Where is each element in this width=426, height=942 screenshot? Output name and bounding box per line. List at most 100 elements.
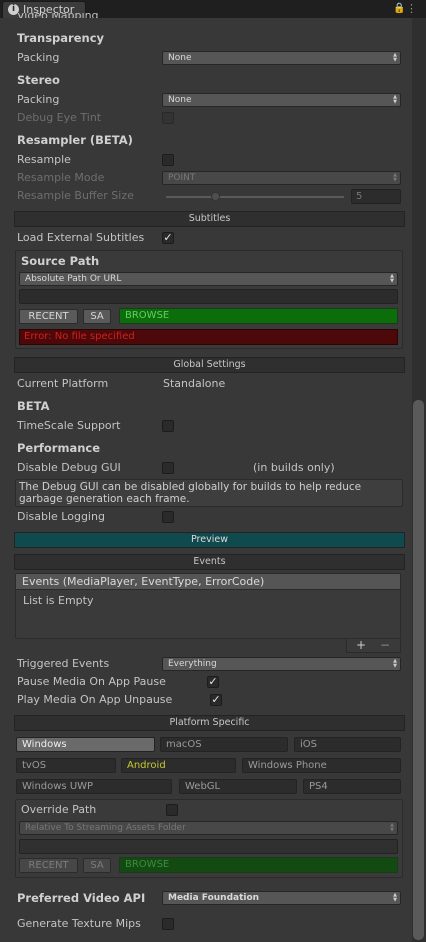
stereo-header: Stereo	[17, 73, 60, 87]
events-list-header-text: Events (MediaPlayer, EventType, ErrorCod…	[22, 575, 265, 588]
platform-browse-button[interactable]: BROWSE	[119, 857, 398, 873]
section-title: Events	[193, 556, 226, 567]
buffer-size-field[interactable]: 5	[351, 189, 401, 204]
disable-logging-checkbox[interactable]	[162, 511, 174, 523]
override-path-checkbox[interactable]	[166, 804, 178, 816]
platform-tab-windows-uwp[interactable]: Windows UWP	[16, 779, 172, 794]
platform-tab-windows[interactable]: Windows	[16, 737, 155, 752]
platform-tab-label: macOS	[166, 739, 202, 750]
events-list-header: Events (MediaPlayer, EventType, ErrorCod…	[16, 574, 400, 590]
stereo-packing-dropdown[interactable]: None ▲ ▼	[162, 93, 401, 107]
transparency-packing-label: Packing	[17, 51, 60, 64]
pause-media-checkbox[interactable]: ✓	[207, 676, 219, 688]
buffer-size-value: 5	[356, 191, 363, 202]
platform-path-input[interactable]	[19, 839, 398, 854]
section-title: Subtitles	[188, 213, 231, 224]
error-text: Error: No file specified	[24, 331, 135, 342]
platform-path-mode-dropdown[interactable]: Relative To Streaming Assets Folder ▲ ▼	[19, 821, 398, 835]
platform-tab-label: PS4	[309, 781, 328, 792]
debug-gui-info-box: The Debug GUI can be disabled globally f…	[15, 479, 403, 507]
menu-icon[interactable]: ⋮	[406, 2, 417, 15]
platform-tab-label: WebGL	[185, 781, 221, 792]
preferred-video-api-dropdown[interactable]: Media Foundation ▲ ▼	[162, 891, 401, 905]
resample-label: Resample	[17, 153, 71, 166]
resample-buffer-label: Resample Buffer Size	[17, 189, 134, 202]
platform-tab-label: Windows Phone	[248, 760, 327, 771]
disable-logging-label: Disable Logging	[17, 510, 105, 523]
button-label: BROWSE	[125, 859, 170, 870]
dropdown-value: None	[168, 95, 192, 105]
platform-tab-ps4[interactable]: PS4	[303, 779, 401, 794]
platform-tab-tvos[interactable]: tvOS	[16, 758, 116, 773]
pause-media-label: Pause Media On App Pause	[17, 675, 166, 688]
platform-tab-webgl[interactable]: WebGL	[179, 779, 297, 794]
timescale-support-checkbox[interactable]	[162, 420, 174, 432]
disable-debug-gui-label: Disable Debug GUI	[17, 461, 121, 474]
button-label: RECENT	[28, 311, 69, 322]
subtitle-path-mode-dropdown[interactable]: Absolute Path Or URL ▲ ▼	[19, 272, 398, 286]
dropdown-value: Media Foundation	[168, 893, 260, 903]
dropdown-arrow-icon: ▲ ▼	[390, 822, 394, 833]
beta-header: BETA	[17, 399, 50, 413]
generate-texture-mips-label: Generate Texture Mips	[17, 917, 141, 930]
section-title: Preview	[191, 534, 228, 545]
debug-eye-tint-checkbox[interactable]	[162, 112, 174, 124]
remove-icon[interactable]: −	[380, 638, 390, 652]
button-label: BROWSE	[125, 310, 170, 321]
load-external-subtitles-checkbox[interactable]: ✓	[162, 232, 174, 244]
recent-button[interactable]: RECENT	[19, 309, 78, 324]
lock-icon[interactable]: 🔒	[393, 3, 405, 14]
triggered-events-dropdown[interactable]: Everything ▲ ▼	[162, 657, 401, 671]
transparency-packing-dropdown[interactable]: None ▲ ▼	[162, 51, 401, 65]
dropdown-value: None	[168, 53, 192, 63]
platform-tab-android[interactable]: Android	[121, 758, 236, 773]
timescale-support-label: TimeScale Support	[17, 419, 121, 432]
dropdown-arrow-icon: ▲ ▼	[393, 892, 397, 903]
global-settings-section-bar[interactable]: Global Settings	[14, 357, 405, 373]
preview-section-bar[interactable]: Preview	[14, 532, 405, 548]
section-title: Global Settings	[173, 359, 246, 370]
builds-only-note: (in builds only)	[253, 461, 335, 474]
resample-checkbox[interactable]	[162, 154, 174, 166]
platform-tab-ios[interactable]: iOS	[294, 737, 401, 752]
platform-sa-button[interactable]: SA	[83, 858, 111, 873]
dropdown-value: Absolute Path Or URL	[25, 274, 122, 284]
browse-button[interactable]: BROWSE	[119, 308, 398, 324]
platform-tab-label: Windows UWP	[22, 781, 94, 792]
dropdown-value: Everything	[168, 659, 217, 669]
subtitles-section-bar[interactable]: Subtitles	[14, 211, 405, 227]
generate-texture-mips-checkbox[interactable]	[162, 918, 174, 930]
platform-tab-label: tvOS	[22, 760, 47, 771]
platform-tab-macos[interactable]: macOS	[160, 737, 288, 752]
button-label: RECENT	[28, 860, 69, 871]
platform-tab-label: iOS	[300, 739, 317, 750]
resampler-header: Resampler (BETA)	[17, 133, 133, 147]
dropdown-arrow-icon: ▲ ▼	[393, 52, 397, 63]
stereo-packing-label: Packing	[17, 93, 60, 106]
section-title: Platform Specific	[169, 717, 250, 728]
play-media-checkbox[interactable]: ✓	[210, 694, 222, 706]
sa-button[interactable]: SA	[83, 309, 111, 324]
buffer-slider-track[interactable]	[166, 196, 344, 198]
disable-debug-gui-checkbox[interactable]	[162, 462, 174, 474]
error-message: Error: No file specified	[19, 329, 398, 345]
dropdown-arrow-icon: ▲ ▼	[393, 658, 397, 669]
platform-recent-button[interactable]: RECENT	[19, 858, 78, 873]
current-platform-value: Standalone	[163, 377, 226, 390]
platform-tab-label: Windows	[22, 739, 67, 750]
dropdown-value: POINT	[168, 173, 196, 183]
buffer-slider-knob[interactable]	[211, 192, 220, 201]
resample-mode-dropdown[interactable]: POINT ▲ ▼	[162, 171, 401, 185]
platform-tab-windows-phone[interactable]: Windows Phone	[242, 758, 401, 773]
debug-eye-tint-label: Debug Eye Tint	[17, 111, 102, 124]
preferred-video-api-label: Preferred Video API	[17, 891, 146, 905]
subtitle-path-input[interactable]	[19, 289, 398, 304]
add-icon[interactable]: +	[356, 638, 366, 652]
current-platform-label: Current Platform	[17, 377, 109, 390]
events-section-bar[interactable]: Events	[14, 554, 405, 570]
platform-specific-section-bar[interactable]: Platform Specific	[14, 715, 405, 731]
platform-tab-label: Android	[127, 760, 166, 771]
dropdown-arrow-icon: ▲ ▼	[393, 172, 397, 183]
scrollbar-thumb[interactable]	[413, 400, 424, 940]
dropdown-value: Relative To Streaming Assets Folder	[25, 823, 186, 833]
